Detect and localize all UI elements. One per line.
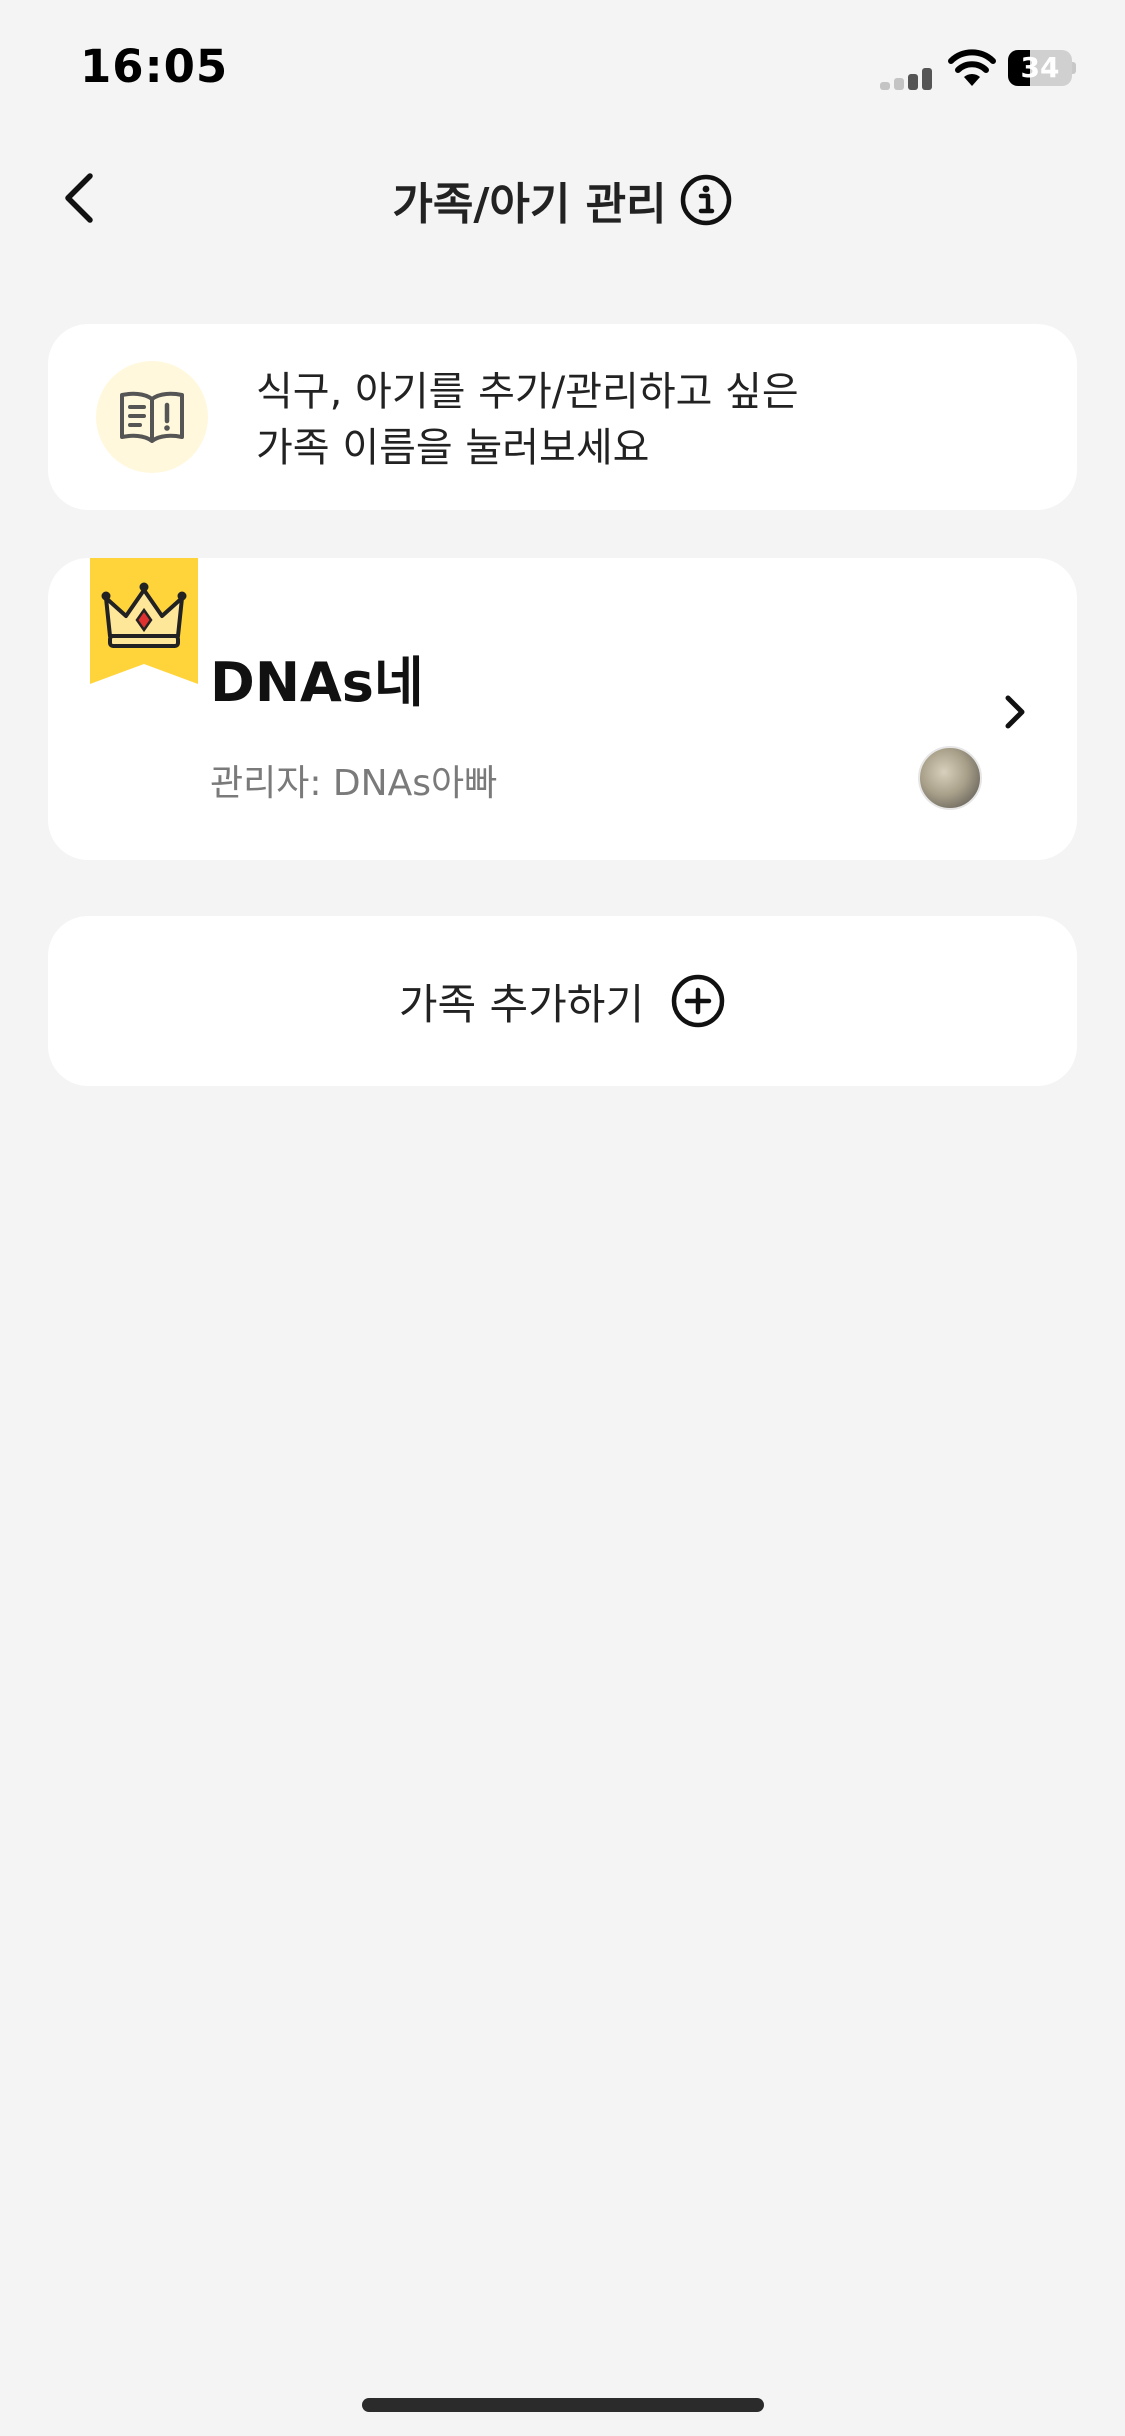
back-button[interactable]: [44, 162, 116, 234]
status-bar: 16:05 34: [0, 0, 1125, 130]
admin-avatar: [918, 746, 982, 810]
info-icon[interactable]: [679, 173, 733, 227]
family-card[interactable]: DNAs네 관리자: DNAs아빠: [48, 558, 1077, 860]
nav-header: 가족/아기 관리: [0, 150, 1125, 250]
hint-icon-badge: [96, 361, 208, 473]
family-admin: 관리자: DNAs아빠: [210, 763, 498, 804]
status-time: 16:05: [80, 40, 229, 93]
cellular-signal-icon: [880, 66, 936, 90]
home-indicator[interactable]: [362, 2398, 764, 2412]
chevron-right-icon: [1005, 695, 1025, 729]
add-family-button[interactable]: 가족 추가하기: [48, 916, 1077, 1086]
hint-line-2: 가족 이름을 눌러보세요: [256, 425, 650, 471]
title-group: 가족/아기 관리: [0, 150, 1125, 250]
family-baby-management-screen: 16:05 34 가족/아기 관리 식구, 아기를 추가/관리하고 싶은 가족 …: [0, 0, 1125, 2436]
hint-message: 식구, 아기를 추가/관리하고 싶은 가족 이름을 눌러보세요: [256, 364, 1016, 476]
wifi-icon: [948, 49, 996, 86]
hint-card: 식구, 아기를 추가/관리하고 싶은 가족 이름을 눌러보세요: [48, 324, 1077, 510]
family-name: DNAs네: [210, 651, 424, 714]
hint-line-1: 식구, 아기를 추가/관리하고 싶은: [256, 369, 799, 415]
page-title: 가족/아기 관리: [392, 179, 667, 230]
battery-icon: 34: [1008, 50, 1076, 86]
add-family-label: 가족 추가하기: [398, 979, 645, 1029]
battery-level: 34: [1020, 51, 1060, 84]
plus-circle-icon: [671, 974, 725, 1028]
crown-badge: [90, 558, 198, 684]
chevron-left-icon: [65, 173, 93, 223]
open-book-exclamation-icon: [120, 391, 184, 443]
